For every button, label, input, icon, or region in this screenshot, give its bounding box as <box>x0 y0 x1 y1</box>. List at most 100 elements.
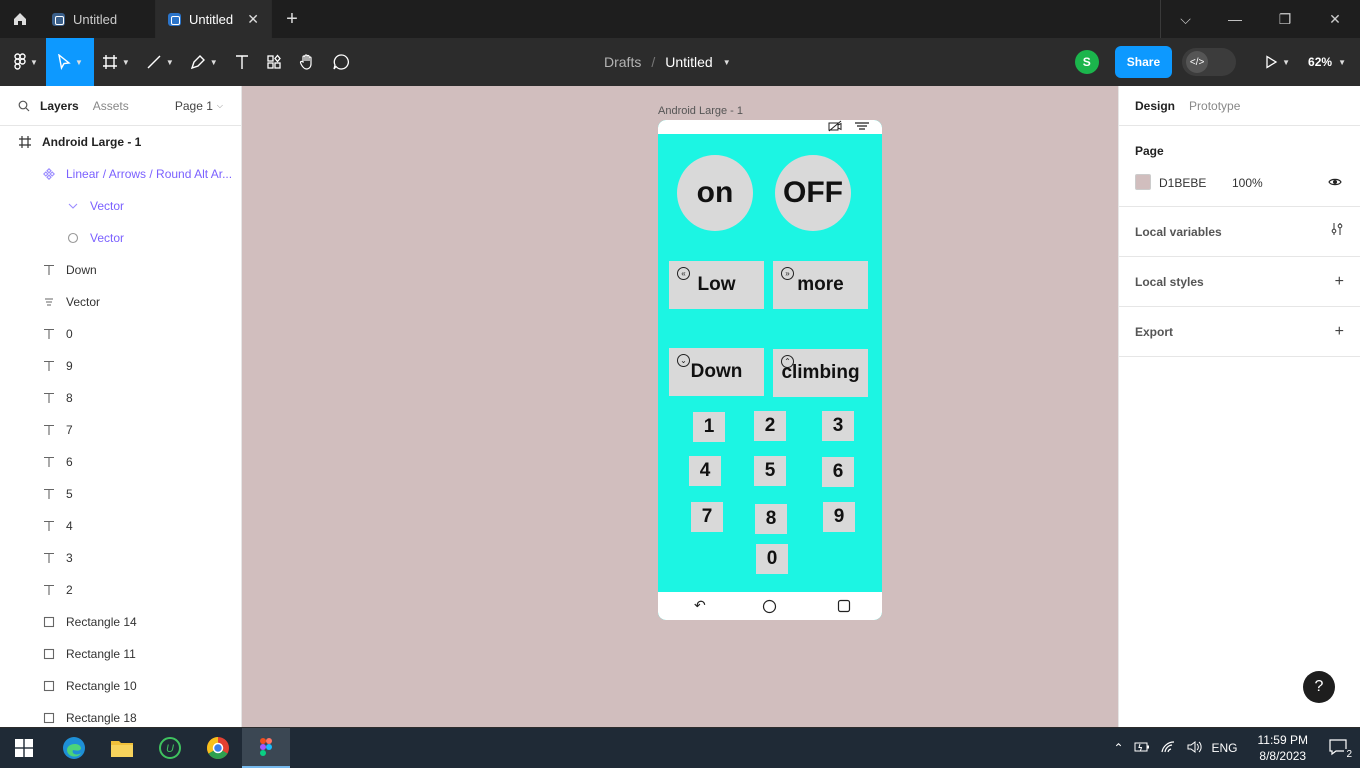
more-button[interactable]: » more <box>773 261 868 309</box>
down-label: Down <box>690 361 743 382</box>
layer-row[interactable]: Vector <box>0 222 241 254</box>
page-color-swatch[interactable] <box>1135 174 1151 190</box>
local-variables-section[interactable]: Local variables <box>1119 207 1360 257</box>
text-tool-button[interactable] <box>226 38 258 86</box>
frame-tool-button[interactable]: ▼ <box>94 38 138 86</box>
canvas[interactable]: Android Large - 1 on OFF « Low » more ⌄ … <box>242 86 1118 727</box>
key-7[interactable]: 7 <box>691 502 723 532</box>
layer-row[interactable]: 0 <box>0 318 241 350</box>
main-menu-button[interactable]: ▼ <box>0 38 46 86</box>
tab-label: Untitled <box>73 11 118 27</box>
android-frame[interactable]: on OFF « Low » more ⌄ Down ⌃ climbing 1 … <box>658 120 882 620</box>
layer-row[interactable]: Rectangle 11 <box>0 638 241 670</box>
add-style-plus-icon[interactable]: + <box>1335 273 1344 291</box>
key-9[interactable]: 9 <box>823 502 855 532</box>
chrome-app[interactable] <box>194 728 242 768</box>
layer-name: 4 <box>66 519 73 533</box>
move-tool-button[interactable]: ▼ <box>45 38 94 86</box>
layer-row[interactable]: 7 <box>0 414 241 446</box>
new-tab-button[interactable]: + <box>272 0 312 38</box>
layer-row[interactable]: 2 <box>0 574 241 606</box>
layer-name: 6 <box>66 455 73 469</box>
pen-tool-button[interactable]: ▼ <box>182 38 226 86</box>
key-1[interactable]: 1 <box>693 412 725 442</box>
upwork-app[interactable]: U <box>146 728 194 768</box>
page-selector[interactable]: Page 1 ⌵ <box>175 99 223 113</box>
share-button[interactable]: Share <box>1114 46 1173 78</box>
layer-row[interactable]: 8 <box>0 382 241 414</box>
notifications-button[interactable]: 2 <box>1328 738 1354 760</box>
key-4[interactable]: 4 <box>689 456 721 486</box>
chevron-up-icon[interactable]: ⌃ <box>1113 741 1123 755</box>
on-button[interactable]: on <box>677 155 753 231</box>
layer-row[interactable]: 6 <box>0 446 241 478</box>
file-explorer-app[interactable] <box>98 728 146 768</box>
local-variables-row[interactable]: Local variables <box>1135 207 1344 256</box>
layer-row[interactable]: 3 <box>0 542 241 574</box>
tab-design[interactable]: Design <box>1135 99 1175 113</box>
restore-button[interactable]: ❐ <box>1260 0 1310 38</box>
layer-name: 2 <box>66 583 73 597</box>
chevron-down-icon[interactable]: ⌵ <box>1160 0 1210 38</box>
page-opacity[interactable]: 100% <box>1232 176 1263 190</box>
layer-row[interactable]: Rectangle 10 <box>0 670 241 702</box>
layer-row[interactable]: Linear / Arrows / Round Alt Ar... <box>0 158 241 190</box>
key-5[interactable]: 5 <box>754 456 786 486</box>
home-button[interactable] <box>0 0 40 38</box>
search-icon[interactable] <box>18 100 30 112</box>
off-button[interactable]: OFF <box>775 155 851 231</box>
close-tab-icon[interactable]: ✕ <box>247 11 259 28</box>
rectangle-icon <box>42 712 56 724</box>
hand-tool-button[interactable] <box>290 38 324 86</box>
edge-app[interactable] <box>50 728 98 768</box>
layer-row[interactable]: 9 <box>0 350 241 382</box>
help-button[interactable]: ? <box>1303 671 1335 703</box>
low-button[interactable]: « Low <box>669 261 764 309</box>
tab-prototype[interactable]: Prototype <box>1189 99 1240 113</box>
battery-icon[interactable] <box>1134 741 1150 756</box>
key-3[interactable]: 3 <box>822 411 854 441</box>
zoom-menu[interactable]: 62% ▼ <box>1308 55 1346 69</box>
wifi-icon[interactable] <box>1160 740 1176 757</box>
key-8[interactable]: 8 <box>755 504 787 534</box>
page-color-hex[interactable]: D1BEBE <box>1159 176 1206 190</box>
frame-label[interactable]: Android Large - 1 <box>658 105 743 117</box>
code-icon: </> <box>1186 51 1209 73</box>
chevron-down-icon[interactable]: ▼ <box>723 58 731 67</box>
figma-app-taskbar[interactable] <box>242 728 290 768</box>
comment-tool-button[interactable] <box>324 38 358 86</box>
add-export-plus-icon[interactable]: + <box>1335 323 1344 341</box>
volume-icon[interactable] <box>1186 740 1202 757</box>
layer-row[interactable]: Vector <box>0 190 241 222</box>
layer-row[interactable]: Android Large - 1 <box>0 126 241 158</box>
key-6[interactable]: 6 <box>822 457 854 487</box>
eye-icon[interactable] <box>1328 176 1342 190</box>
layer-row[interactable]: Rectangle 18 <box>0 702 241 727</box>
avatar[interactable]: S <box>1074 50 1099 74</box>
key-0[interactable]: 0 <box>756 544 788 574</box>
close-window-button[interactable]: ✕ <box>1310 0 1360 38</box>
key-2[interactable]: 2 <box>754 411 786 441</box>
climbing-button[interactable]: ⌃ climbing <box>773 349 868 397</box>
tab-untitled-2[interactable]: Untitled ✕ <box>156 0 272 38</box>
tab-untitled-1[interactable]: Untitled <box>40 0 156 38</box>
dev-mode-toggle[interactable]: </> <box>1182 48 1237 76</box>
sliders-icon[interactable] <box>1330 222 1344 241</box>
shape-tool-button[interactable]: ▼ <box>138 38 182 86</box>
down-button[interactable]: ⌄ Down <box>669 348 764 396</box>
file-name[interactable]: Untitled <box>665 54 712 70</box>
layer-row[interactable]: 5 <box>0 478 241 510</box>
breadcrumb-drafts[interactable]: Drafts <box>604 54 641 70</box>
tab-assets[interactable]: Assets <box>93 99 129 113</box>
clock[interactable]: 11:59 PM 8/8/2023 <box>1258 732 1308 764</box>
present-button[interactable]: ▼ <box>1264 55 1290 69</box>
layer-row[interactable]: Rectangle 14 <box>0 606 241 638</box>
minimize-button[interactable]: — <box>1210 0 1260 38</box>
start-button[interactable] <box>0 728 48 768</box>
resources-tool-button[interactable] <box>258 38 290 86</box>
layer-row[interactable]: Down <box>0 254 241 286</box>
layer-row[interactable]: Vector <box>0 286 241 318</box>
tab-layers[interactable]: Layers <box>40 99 79 113</box>
layer-row[interactable]: 4 <box>0 510 241 542</box>
language-indicator[interactable]: ENG <box>1212 741 1238 755</box>
